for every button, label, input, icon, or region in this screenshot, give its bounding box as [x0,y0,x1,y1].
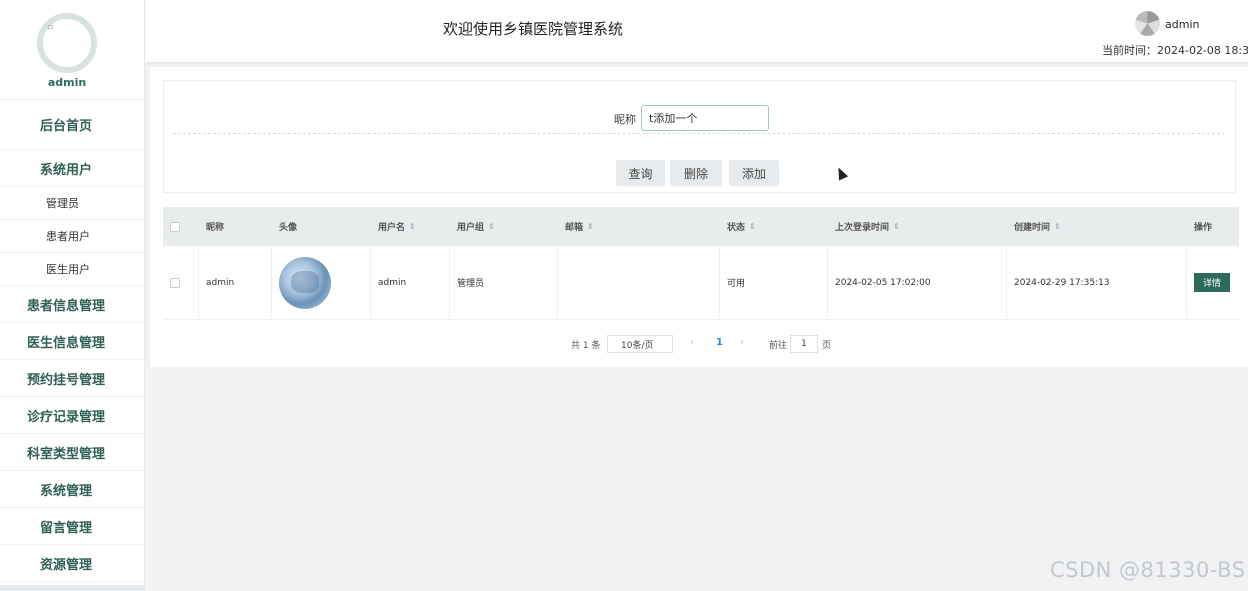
total-count: 共 1 条 [571,341,601,351]
col-avatar: 头像 [279,223,298,233]
col-email[interactable]: 邮箱 ⇕ [558,207,720,246]
next-page-icon[interactable]: › [740,337,744,348]
menu-system[interactable]: 系统管理 [0,471,144,508]
goto-label: 前往 [769,341,788,351]
col-status[interactable]: 状态 ⇕ [720,207,828,246]
row-checkbox[interactable] [170,277,180,288]
nickname-search-input[interactable] [641,105,769,131]
submenu-doctor-users[interactable]: 医生用户 [0,253,144,286]
sort-icon[interactable]: ⇕ [587,222,594,231]
sidebar-avatar [37,13,97,73]
submenu-patient-users[interactable]: 患者用户 [0,220,144,253]
col-action: 操作 [1194,223,1213,233]
menu-home[interactable]: 后台首页 [0,100,144,150]
select-all-cell[interactable] [163,207,199,246]
divider [173,133,1225,134]
menu-resource[interactable]: 资源管理 [0,545,144,582]
sort-icon[interactable]: ⇕ [1054,222,1061,231]
col-last-login[interactable]: 上次登录时间 ⇕ [828,207,1007,246]
cell-last-login: 2024-02-05 17:02:00 [828,246,1007,319]
add-button[interactable]: 添加 [729,160,779,186]
watermark: CSDN @81330-BS [1050,558,1246,582]
app-title: 欢迎使用乡镇医院管理系统 [443,20,624,38]
main-panel: 昵称 查询 删除 添加 昵称 头像 用户名⇕ 用户组⇕ 邮箱⇕ 状态⇕ 上次登录… [150,67,1248,367]
detail-button[interactable]: 详情 [1194,273,1230,292]
menu-message[interactable]: 留言管理 [0,508,144,545]
user-avatar-image[interactable] [279,256,331,309]
col-nickname: 昵称 [206,223,225,233]
current-time-container: 当前时间：2024-02-08 18:37 0 [1100,40,1248,56]
row-select-cell[interactable] [163,246,199,319]
broken-image-icon: ▫ [48,22,54,31]
cell-status: 可用 [720,246,828,319]
current-time: 当前时间：2024-02-08 18:37 0 [1102,44,1248,56]
cell-username: admin [371,246,450,319]
header-avatar[interactable] [1135,11,1160,36]
delete-button[interactable]: 删除 [670,160,722,186]
page-unit-label: 页 [822,341,832,351]
sidebar-profile: ▫ admin [0,0,144,100]
sort-icon[interactable]: ⇕ [749,222,756,231]
nickname-label: 昵称 [614,113,636,126]
sidebar-username: admin [47,76,87,89]
menu-patient-info[interactable]: 患者信息管理 [0,286,144,323]
page-number-current[interactable]: 1 [716,337,723,348]
users-table: 昵称 头像 用户名 ⇕ 用户组 ⇕ 邮箱 ⇕ 状态 ⇕ 上次登录时间 ⇕ 创建时间 ⇕ 操作… [163,207,1239,320]
col-username-label: 用户名 [378,223,406,233]
select-all-checkbox[interactable] [170,221,180,232]
cell-created: 2024-02-29 17:35:13 [1007,246,1187,319]
col-created[interactable]: 创建时间 ⇕ [1007,207,1187,246]
page-size-select[interactable]: 10条/页 [607,335,673,353]
pagination: 共 1 条 10条/页 ‹ 1 › 前往 1 页 [150,334,1248,354]
col-email-label: 邮箱 [565,223,584,233]
query-button[interactable]: 查询 [616,160,665,186]
col-status-label: 状态 [727,223,746,233]
cell-avatar [272,246,371,319]
col-created-label: 创建时间 [1014,223,1051,233]
table-row: admin admin 管理员 可用 2024-02-05 17:02:00 2… [163,246,1239,320]
cell-action: 详情 [1187,246,1239,319]
menu-system-users[interactable]: 系统用户 [0,150,144,187]
submenu-admin[interactable]: 管理员 [0,187,144,220]
col-last-login-label: 上次登录时间 [835,223,890,233]
sort-icon[interactable]: ⇕ [893,222,900,231]
menu-doctor-info[interactable]: 医生信息管理 [0,323,144,360]
col-group[interactable]: 用户组 ⇕ [450,207,558,246]
col-username[interactable]: 用户名 ⇕ [371,207,450,246]
sort-icon[interactable]: ⇕ [409,222,416,231]
menu-treatment[interactable]: 诊疗记录管理 [0,397,144,434]
sort-icon[interactable]: ⇕ [488,222,495,231]
menu-appointment[interactable]: 预约挂号管理 [0,360,144,397]
search-form: 昵称 查询 删除 添加 [163,80,1236,193]
cell-nickname: admin [199,246,272,319]
header-username[interactable]: admin [1165,18,1199,31]
prev-page-icon[interactable]: ‹ [690,337,694,348]
menu-department[interactable]: 科室类型管理 [0,434,144,471]
top-header: 欢迎使用乡镇医院管理系统 admin 当前时间：2024-02-08 18:37… [145,0,1248,62]
cell-group: 管理员 [450,246,558,319]
sidebar: ▫ admin 后台首页 系统用户 管理员 患者用户 医生用户 患者信息管理 医… [0,0,145,591]
cell-email [558,246,720,319]
col-group-label: 用户组 [457,223,485,233]
goto-page-input[interactable]: 1 [790,335,818,353]
table-header: 昵称 头像 用户名 ⇕ 用户组 ⇕ 邮箱 ⇕ 状态 ⇕ 上次登录时间 ⇕ 创建时间 ⇕ 操作 [163,207,1239,246]
sidebar-scrollbar[interactable] [0,585,145,591]
